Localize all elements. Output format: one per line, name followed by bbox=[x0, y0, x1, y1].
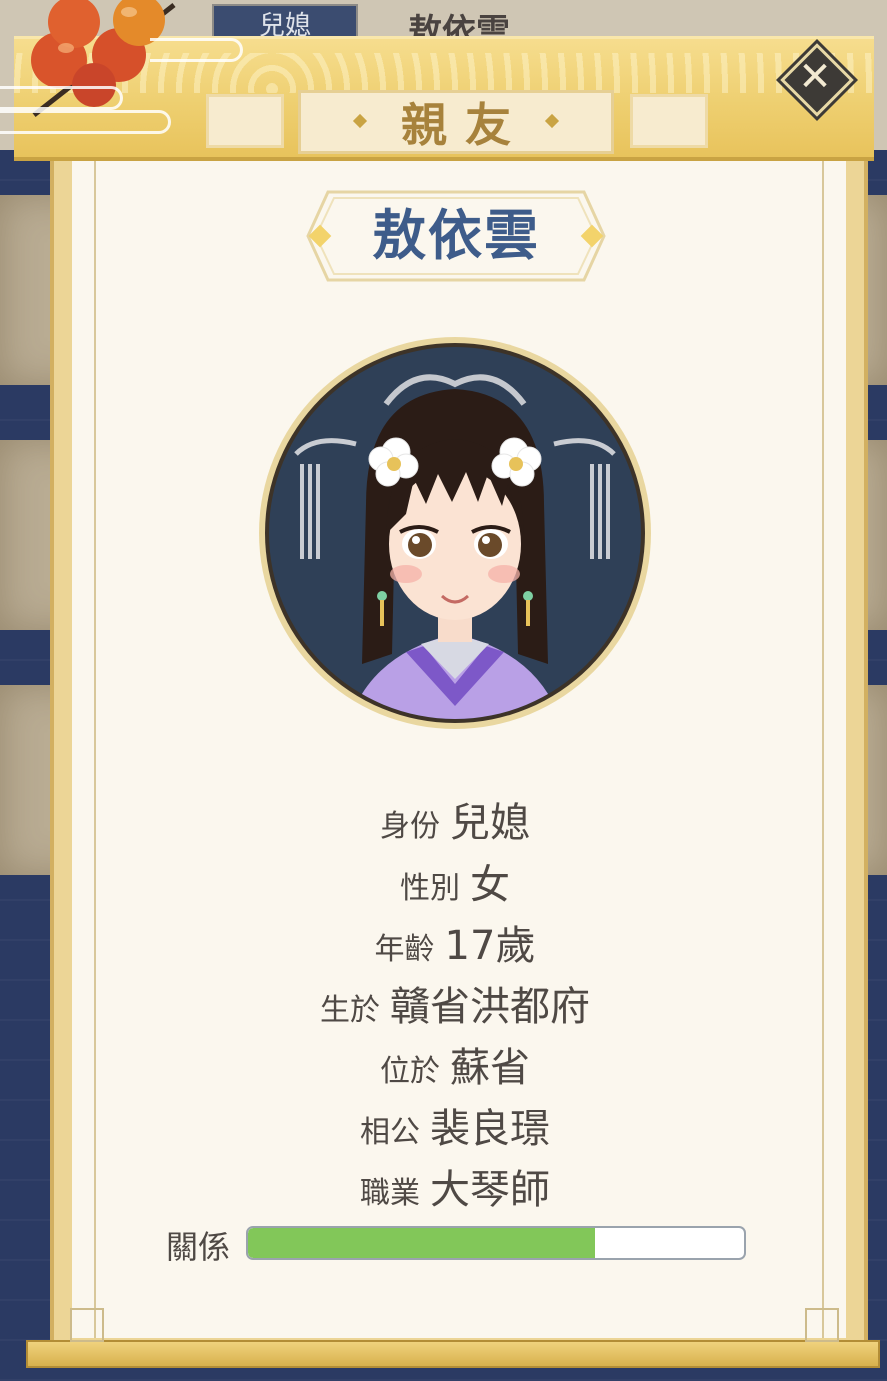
info-value: 蘇省 bbox=[450, 1045, 530, 1091]
info-label: 職業 bbox=[360, 1176, 420, 1211]
info-row-occupation: 職業 大琴師 bbox=[100, 1157, 810, 1215]
corner-ornament bbox=[805, 1308, 839, 1342]
character-name: 敖依雲 bbox=[372, 204, 540, 267]
header-ornament-box bbox=[630, 94, 708, 148]
info-label: 相公 bbox=[360, 1115, 420, 1150]
info-row-age: 年齡 17歲 bbox=[100, 913, 810, 971]
scroll-bottom-rod bbox=[26, 1340, 880, 1368]
info-row-birthplace: 生於 贛省洪都府 bbox=[100, 974, 810, 1032]
diamond-ornament-icon bbox=[544, 113, 560, 129]
info-label: 年齡 bbox=[374, 932, 435, 967]
info-value: 兒媳 bbox=[450, 800, 530, 846]
info-row-location: 位於 蘇省 bbox=[100, 1035, 810, 1093]
close-icon: ✕ bbox=[798, 54, 832, 100]
header-ornament-box bbox=[206, 94, 284, 148]
info-value: 裴良璟 bbox=[430, 1106, 550, 1152]
info-label: 生於 bbox=[320, 993, 380, 1028]
info-value: 贛省洪都府 bbox=[390, 984, 590, 1030]
name-plate: 敖依雲 bbox=[306, 190, 606, 282]
info-label: 身份 bbox=[380, 809, 440, 844]
info-value: 女 bbox=[470, 862, 510, 908]
relationship-progress-bar bbox=[246, 1226, 746, 1260]
relationship-label: 關係 bbox=[166, 1228, 231, 1266]
cloud-ornament bbox=[0, 110, 171, 134]
close-button[interactable]: ✕ bbox=[780, 43, 854, 117]
character-portrait bbox=[259, 337, 651, 729]
cloud-ornament bbox=[150, 38, 243, 62]
dialog-title: 親友 bbox=[401, 98, 529, 152]
diamond-ornament-icon bbox=[352, 113, 368, 129]
header-title-box: 親友 bbox=[298, 90, 614, 154]
relationship-progress-fill bbox=[248, 1228, 596, 1258]
info-row-husband: 相公 裴良璟 bbox=[100, 1096, 810, 1154]
profile-dialog: 親友 ✕ 敖依雲 身份 兒媳 性別 女 年齡 17歲 生於 贛省洪都府 位於 蘇… bbox=[0, 0, 887, 1381]
info-label: 位於 bbox=[380, 1054, 440, 1089]
cloud-ornament bbox=[0, 86, 123, 110]
info-value: 17歲 bbox=[444, 923, 536, 969]
corner-ornament bbox=[70, 1308, 104, 1342]
info-label: 性別 bbox=[400, 871, 460, 906]
info-row-identity: 身份 兒媳 bbox=[100, 790, 810, 848]
info-value: 大琴師 bbox=[430, 1167, 550, 1213]
info-row-gender: 性別女 bbox=[100, 852, 810, 910]
